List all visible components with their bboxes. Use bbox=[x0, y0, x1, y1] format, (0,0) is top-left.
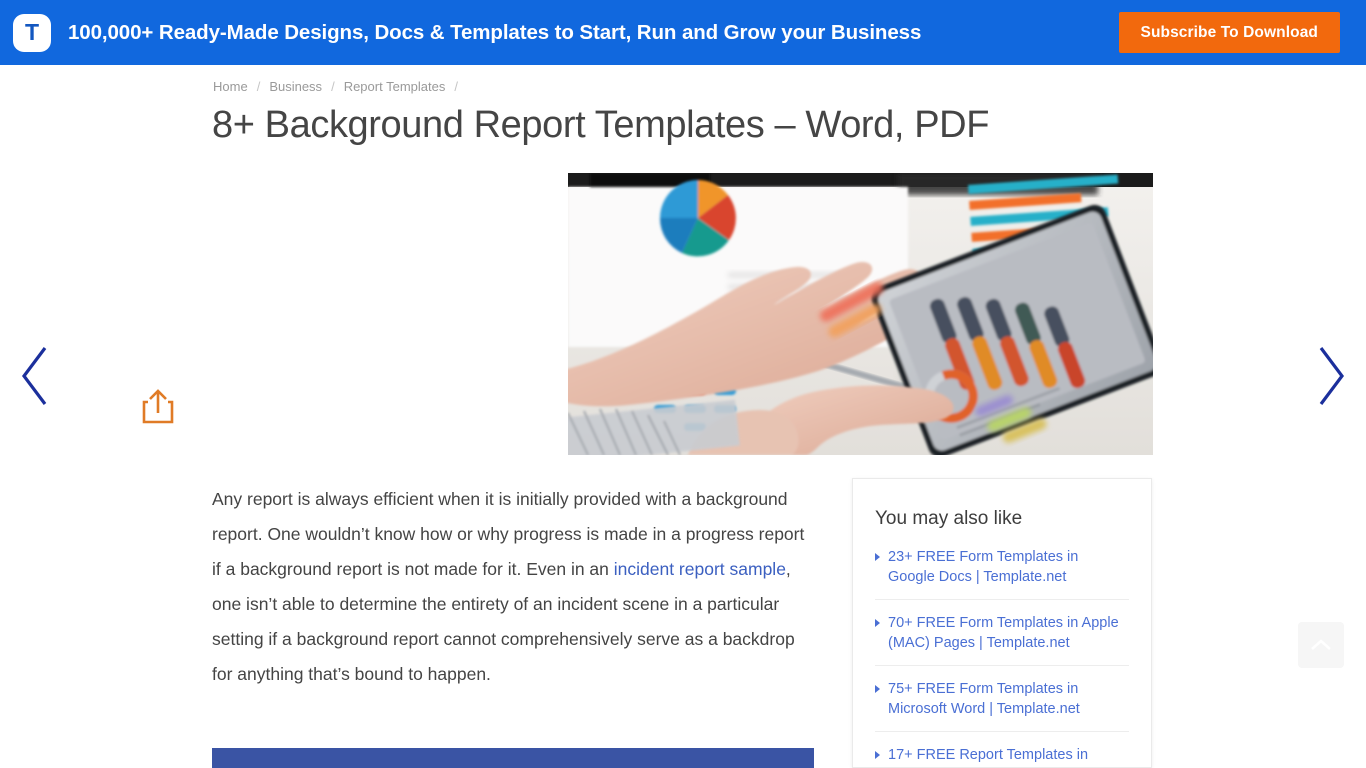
caret-right-icon bbox=[875, 751, 880, 759]
you-may-also-like-panel: You may also like 23+ FREE Form Template… bbox=[852, 478, 1152, 768]
related-link-3[interactable]: 75+ FREE Form Templates in Microsoft Wor… bbox=[888, 679, 1129, 719]
caret-right-icon bbox=[875, 553, 880, 561]
page-title: 8+ Background Report Templates – Word, P… bbox=[212, 104, 990, 146]
chevron-right-icon bbox=[1319, 347, 1344, 405]
caret-right-icon bbox=[875, 685, 880, 693]
previous-slide-arrow[interactable] bbox=[18, 345, 52, 407]
subscribe-to-download-button[interactable]: Subscribe To Download bbox=[1118, 12, 1340, 53]
related-link-2[interactable]: 70+ FREE Form Templates in Apple (MAC) P… bbox=[888, 613, 1129, 653]
breadcrumb-separator-trailing: / bbox=[454, 79, 458, 94]
promo-headline: 100,000+ Ready-Made Designs, Docs & Temp… bbox=[68, 20, 922, 44]
breadcrumb-item-home[interactable]: Home bbox=[213, 79, 248, 94]
caret-right-icon bbox=[875, 619, 880, 627]
chevron-up-icon bbox=[1311, 639, 1331, 650]
article-body: Any report is always efficient when it i… bbox=[212, 482, 812, 692]
breadcrumb-separator: / bbox=[331, 79, 335, 94]
promo-topbar: T 100,000+ Ready-Made Designs, Docs & Te… bbox=[0, 0, 1366, 65]
sidebar-heading: You may also like bbox=[875, 508, 1023, 529]
incident-report-sample-link[interactable]: incident report sample bbox=[614, 559, 786, 579]
related-link-1[interactable]: 23+ FREE Form Templates in Google Docs |… bbox=[888, 547, 1129, 587]
list-item[interactable]: 23+ FREE Form Templates in Google Docs |… bbox=[875, 534, 1129, 600]
breadcrumb-item-business[interactable]: Business bbox=[269, 79, 322, 94]
logo-letter: T bbox=[24, 19, 40, 45]
share-upload-icon bbox=[142, 389, 174, 424]
chevron-left-icon bbox=[22, 347, 47, 405]
share-button[interactable] bbox=[140, 388, 176, 426]
template-net-logo[interactable]: T bbox=[13, 13, 51, 52]
related-links-list: 23+ FREE Form Templates in Google Docs |… bbox=[853, 534, 1151, 767]
breadcrumb-separator: / bbox=[256, 79, 261, 94]
scroll-to-top-button[interactable] bbox=[1298, 622, 1344, 668]
related-link-4[interactable]: 17+ FREE Report Templates in bbox=[888, 745, 1088, 765]
breadcrumb-item-report-templates[interactable]: Report Templates bbox=[344, 79, 446, 94]
hero-illustration bbox=[568, 173, 1153, 455]
promo-banner-block[interactable] bbox=[212, 748, 814, 768]
list-item[interactable]: 70+ FREE Form Templates in Apple (MAC) P… bbox=[875, 600, 1129, 666]
next-slide-arrow[interactable] bbox=[1314, 345, 1348, 407]
breadcrumb: Home / Business / Report Templates / bbox=[213, 79, 467, 94]
hero-image bbox=[568, 173, 1153, 455]
intro-paragraph: Any report is always efficient when it i… bbox=[212, 482, 812, 692]
list-item[interactable]: 75+ FREE Form Templates in Microsoft Wor… bbox=[875, 666, 1129, 732]
list-item[interactable]: 17+ FREE Report Templates in bbox=[875, 732, 1129, 767]
